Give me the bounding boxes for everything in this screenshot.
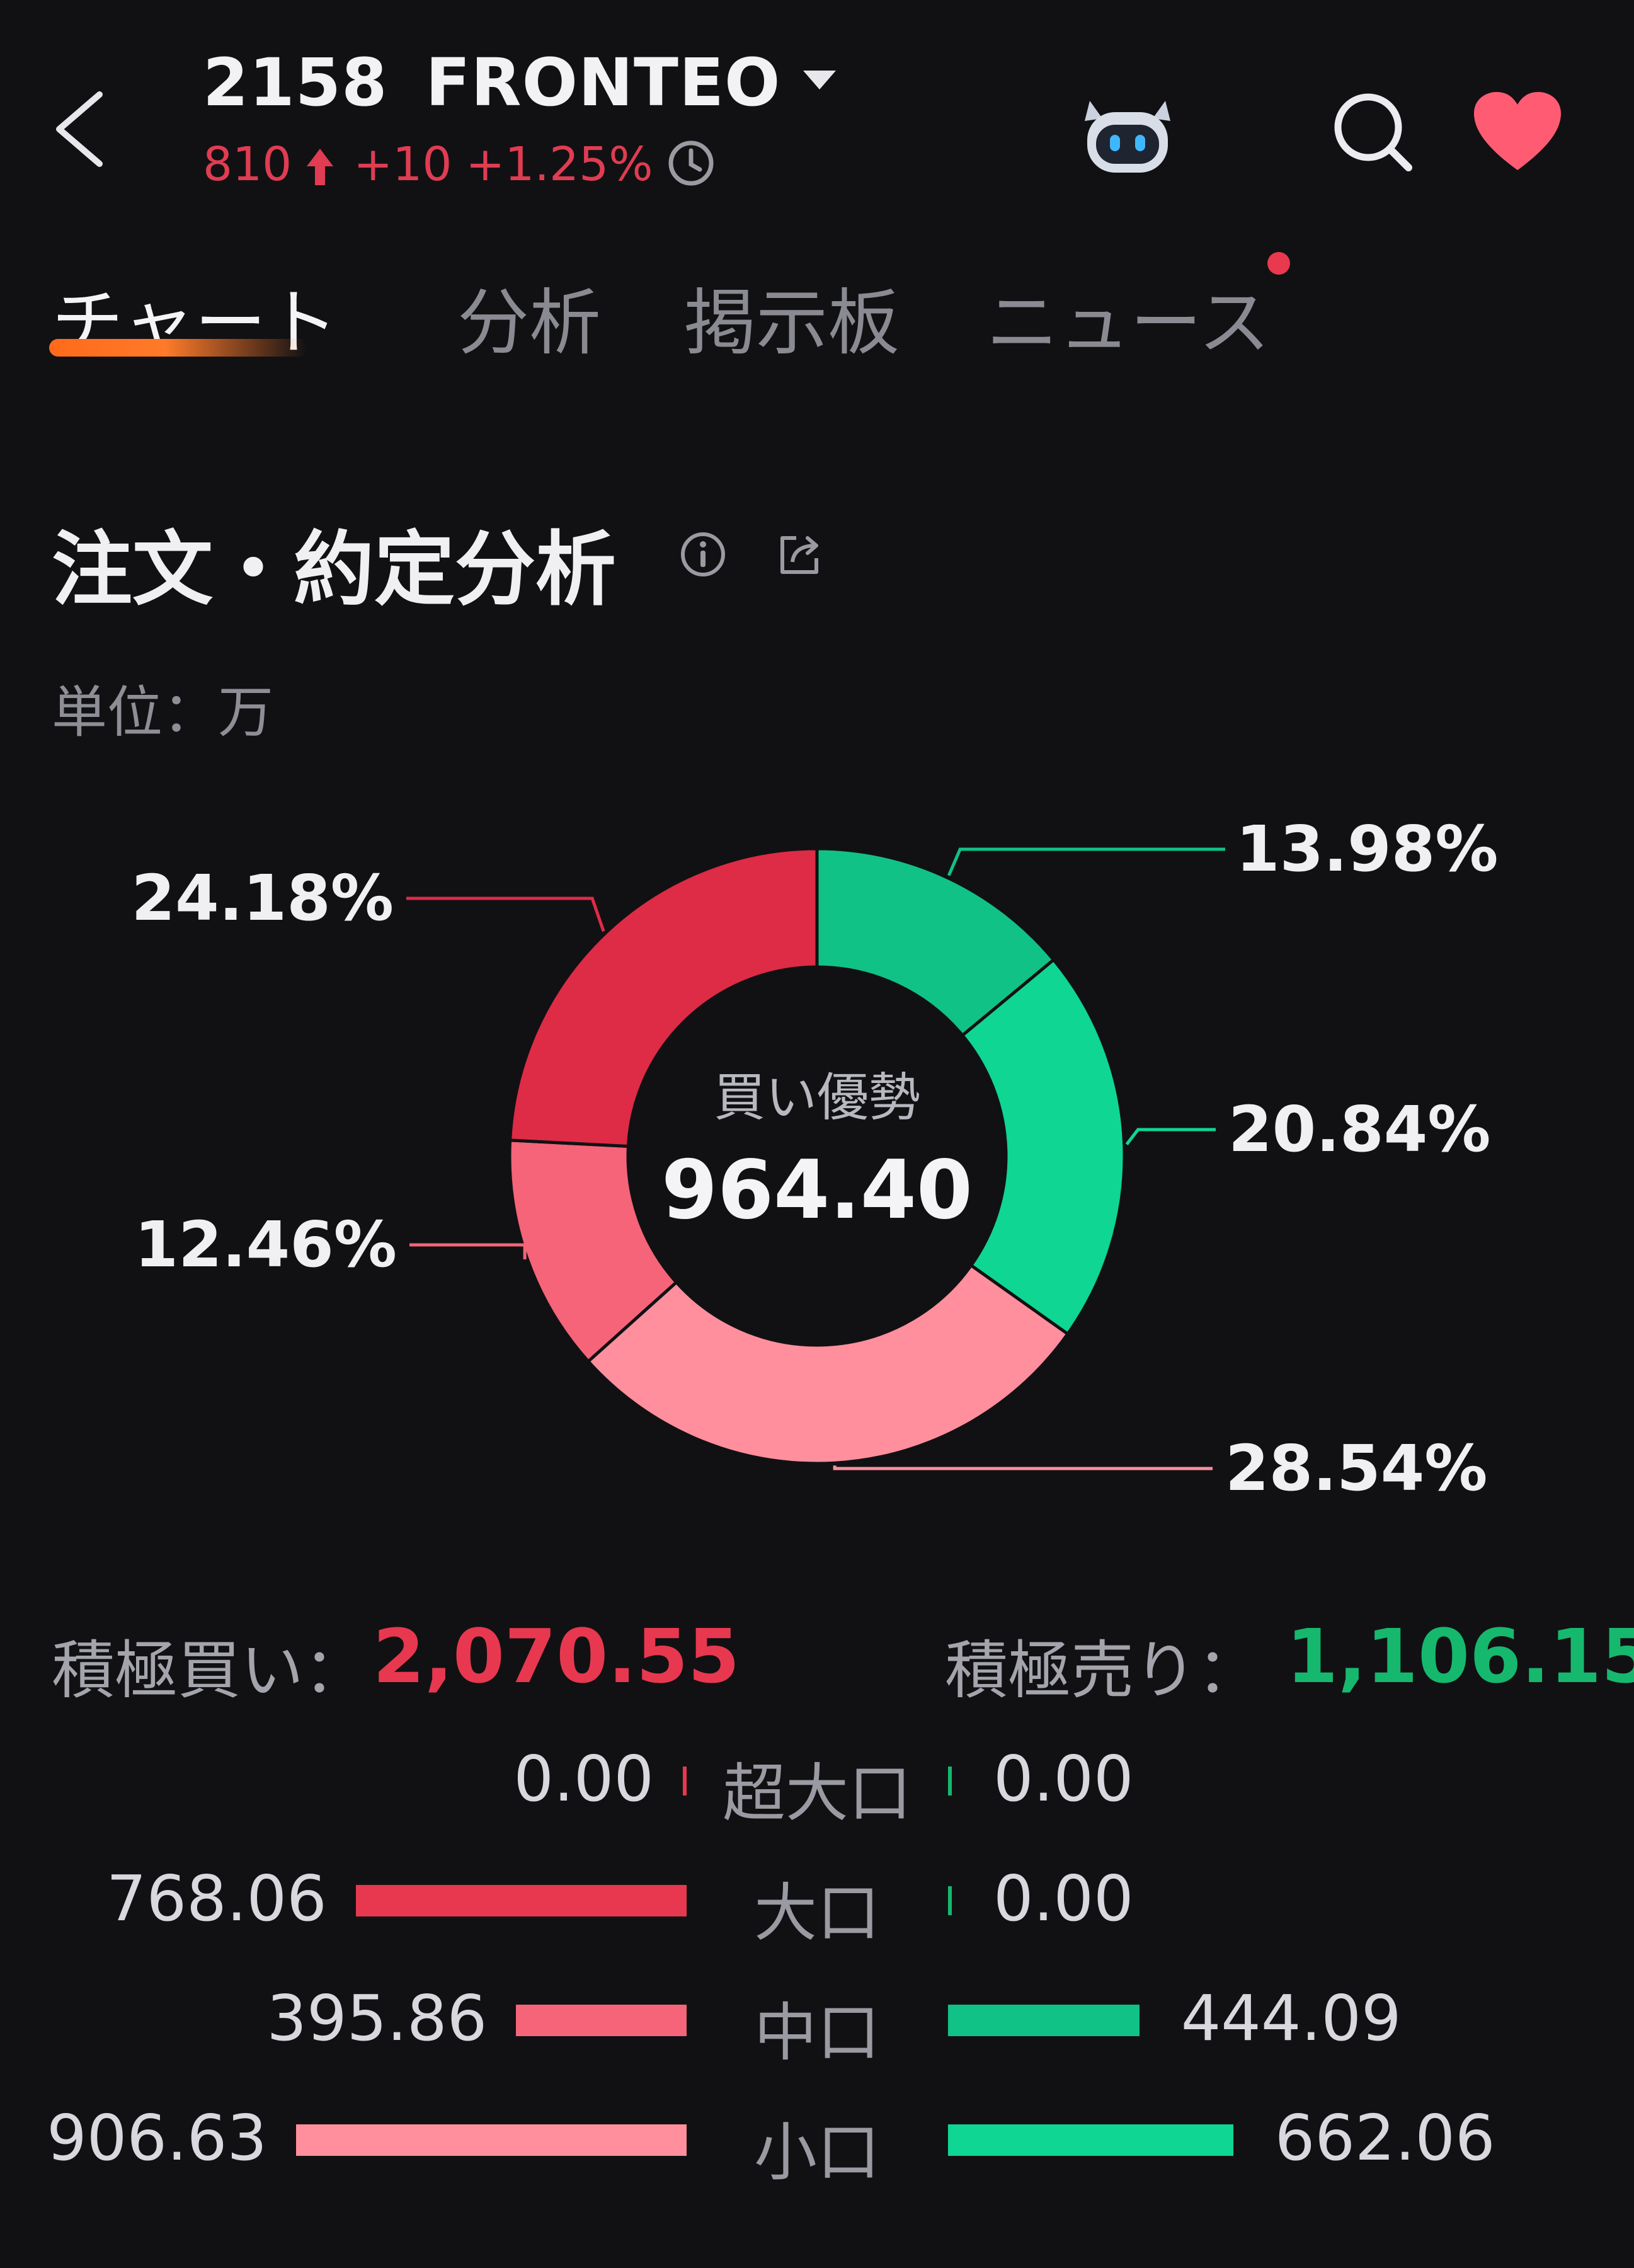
order-size-label: 小口 (754, 2116, 880, 2189)
buy-value: 0.00 (513, 1742, 654, 1816)
stock-code: 2158 (203, 44, 388, 121)
tab-board[interactable]: 掲示板 (684, 265, 900, 369)
stock-name: FRONTEO (425, 44, 781, 121)
sell-value: 662.06 (1274, 2101, 1495, 2175)
buy-value: 906.63 (47, 2101, 267, 2175)
info-icon[interactable] (679, 530, 727, 578)
sell-value: 444.09 (1180, 1981, 1402, 2055)
news-notification-badge (1267, 252, 1290, 275)
donut-slice-label-3: 28.54% (1225, 1431, 1488, 1505)
tab-analysis[interactable]: 分析 (457, 265, 601, 369)
order-flow-donut-chart: 13.98% 20.84% 28.54% 12.46% 24.18% 買い優勢 964.… (131, 812, 1499, 1505)
current-price: 810 (203, 137, 292, 192)
donut-leader-line-1 (947, 847, 1225, 876)
robot-assistant-icon[interactable] (1071, 88, 1184, 176)
sell-value: 0.00 (993, 1742, 1134, 1816)
donut-slice-label-5: 24.18% (131, 861, 394, 935)
total-buy-value: 2,070.55 (373, 1613, 740, 1700)
buy-value: 395.86 (266, 1981, 488, 2055)
donut-center-value: 964.40 (661, 1143, 973, 1237)
donut-slice-label-1: 13.98% (1236, 812, 1499, 886)
sell-bar (948, 1886, 952, 1915)
sell-bar (948, 1767, 952, 1796)
section-title: 注文・約定分析 (52, 523, 617, 617)
clock-icon[interactable] (667, 139, 715, 187)
total-buy-label: 積極買い： (52, 1634, 367, 1707)
buy-bar (516, 2005, 687, 2036)
search-icon[interactable] (1329, 88, 1417, 176)
stock-title-dropdown[interactable]: 2158 FRONTEO (203, 44, 837, 121)
total-sell-value: 1,106.15 (1286, 1613, 1634, 1700)
up-arrow-icon (307, 149, 334, 186)
donut-slice-label-2: 20.84% (1228, 1092, 1491, 1166)
unit-label: 単位：万 (52, 680, 274, 745)
order-size-label: 中口 (754, 1996, 880, 2070)
price-change-percent: +1.25% (466, 137, 653, 192)
heart-icon[interactable] (1470, 88, 1565, 176)
sell-value: 0.00 (993, 1862, 1134, 1935)
donut-leader-line-5 (406, 896, 605, 932)
total-sell-label: 積極売り： (945, 1634, 1260, 1707)
sell-bar (948, 2005, 1140, 2036)
donut-leader-line-2 (1125, 1128, 1216, 1145)
back-arrow-icon[interactable] (50, 88, 107, 170)
donut-leader-line-4 (409, 1243, 527, 1260)
donut-center-label: 買い優勢 (714, 1068, 920, 1128)
donut-slice-label-4: 12.46% (134, 1208, 397, 1281)
buy-bar (683, 1767, 687, 1796)
share-icon[interactable] (775, 529, 825, 580)
order-size-label: 大口 (754, 1876, 880, 1950)
sell-bar (948, 2124, 1233, 2156)
price-change: +10 (353, 137, 452, 192)
buy-value: 768.06 (106, 1862, 327, 1935)
buy-bar (296, 2124, 687, 2156)
donut-leader-line-3 (833, 1465, 1213, 1470)
tab-news[interactable]: ニュース (986, 265, 1270, 369)
active-tab-indicator (49, 339, 307, 357)
buy-bar (355, 1885, 687, 1916)
dropdown-caret-icon (803, 70, 837, 89)
price-quote: 810 +10 +1.25% (203, 137, 715, 192)
order-size-label: 超大口 (723, 1756, 911, 1830)
